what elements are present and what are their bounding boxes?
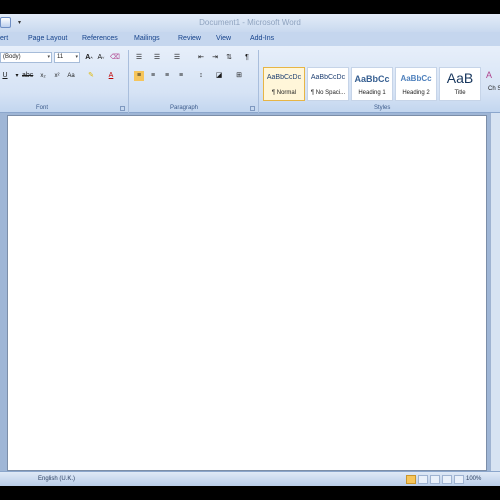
font-color-icon[interactable]: A (106, 71, 116, 81)
style-no-spacing[interactable]: AaBbCcDc ¶ No Spaci... (307, 67, 349, 101)
justify-icon[interactable]: ≡ (176, 71, 186, 81)
style-sample: AaBbCcDc (266, 74, 302, 81)
tab-page-layout[interactable]: Page Layout (28, 35, 67, 42)
tab-insert[interactable]: ert (0, 35, 8, 42)
styles-group-label: Styles (374, 105, 391, 111)
tab-mailings[interactable]: Mailings (134, 35, 160, 42)
ribbon: (Body) ▾ 11 ▾ A˄ A˅ ⌫ U ▾ abc x₂ x² Aa ✎… (0, 46, 500, 113)
style-sample: AaBbCc (400, 74, 432, 83)
show-formatting-icon[interactable]: ¶ (242, 53, 252, 63)
draft-view-icon[interactable] (454, 475, 464, 484)
align-center-icon[interactable]: ≡ (148, 71, 158, 81)
underline-icon[interactable]: U (0, 71, 10, 81)
underline-dropdown-icon[interactable]: ▾ (12, 71, 22, 81)
align-right-icon[interactable]: ≡ (162, 71, 172, 81)
shrink-font-icon[interactable]: A˅ (96, 53, 106, 63)
print-layout-view-icon[interactable] (406, 475, 416, 484)
decrease-indent-icon[interactable]: ⇤ (196, 53, 206, 63)
style-heading-1[interactable]: AaBbCc Heading 1 (351, 67, 393, 101)
paragraph-dialog-launcher-icon[interactable] (250, 106, 255, 111)
style-title[interactable]: AaB Title (439, 67, 481, 101)
change-styles-icon[interactable]: A (484, 70, 494, 80)
strikethrough-icon[interactable]: abc (22, 71, 33, 81)
align-left-icon[interactable]: ≡ (134, 71, 144, 81)
style-normal[interactable]: AaBbCcDc ¶ Normal (263, 67, 305, 101)
status-bar: English (U.K.) 100% (0, 471, 500, 486)
grow-font-icon[interactable]: A˄ (84, 53, 94, 63)
clear-formatting-icon[interactable]: ⌫ (110, 53, 120, 63)
full-screen-reading-view-icon[interactable] (418, 475, 428, 484)
multilevel-list-icon[interactable]: ☰ (172, 53, 182, 63)
style-name: ¶ No Spaci... (310, 90, 346, 96)
style-name: Title (454, 90, 466, 96)
shading-icon[interactable]: ◪ (214, 71, 224, 81)
style-name: Heading 2 (402, 90, 430, 96)
web-layout-view-icon[interactable] (430, 475, 440, 484)
style-name: Heading 1 (358, 90, 386, 96)
group-divider (128, 50, 129, 113)
tab-references[interactable]: References (82, 35, 118, 42)
document-page[interactable] (7, 115, 487, 471)
word-window: ▾ Document1 - Microsoft Word ert Page La… (0, 14, 500, 486)
vertical-scrollbar[interactable] (490, 113, 500, 471)
style-sample: AaB (446, 70, 474, 86)
chevron-down-icon: ▾ (47, 54, 50, 60)
change-styles-label[interactable]: Ch St (488, 84, 500, 94)
document-area (0, 113, 500, 471)
line-spacing-icon[interactable]: ↕ (196, 71, 206, 81)
numbering-icon[interactable]: ☰ (152, 53, 162, 63)
ribbon-tabs: ert Page Layout References Mailings Revi… (0, 32, 500, 46)
font-name-combo[interactable]: (Body) ▾ (0, 52, 52, 63)
highlight-icon[interactable]: ✎ (86, 71, 96, 81)
tab-review[interactable]: Review (178, 35, 201, 42)
font-name-value: (Body) (3, 54, 21, 60)
increase-indent-icon[interactable]: ⇥ (210, 53, 220, 63)
superscript-icon[interactable]: x² (52, 71, 62, 81)
style-name: ¶ Normal (271, 90, 297, 96)
window-title: Document1 - Microsoft Word (199, 18, 301, 27)
font-size-value: 11 (57, 54, 64, 60)
borders-icon[interactable]: ⊞ (234, 71, 244, 81)
paragraph-group-label: Paragraph (170, 105, 199, 111)
bullets-icon[interactable]: ☰ (134, 53, 144, 63)
zoom-level[interactable]: 100% (466, 476, 481, 482)
language-indicator[interactable]: English (U.K.) (38, 476, 75, 482)
style-heading-2[interactable]: AaBbCc Heading 2 (395, 67, 437, 101)
chevron-down-icon: ▾ (75, 54, 78, 60)
font-dialog-launcher-icon[interactable] (120, 106, 125, 111)
tab-view[interactable]: View (216, 35, 231, 42)
style-sample: AaBbCc (354, 74, 390, 84)
title-bar: ▾ Document1 - Microsoft Word (0, 14, 500, 32)
sort-icon[interactable]: ⇅ (224, 53, 234, 63)
font-group-label: Font (36, 105, 49, 111)
outline-view-icon[interactable] (442, 475, 452, 484)
subscript-icon[interactable]: x₂ (38, 71, 48, 81)
group-divider (258, 50, 259, 113)
font-size-combo[interactable]: 11 ▾ (54, 52, 80, 63)
style-sample: AaBbCcDc (310, 74, 346, 81)
tab-add-ins[interactable]: Add-Ins (250, 35, 274, 42)
change-case-icon[interactable]: Aa (66, 71, 76, 81)
